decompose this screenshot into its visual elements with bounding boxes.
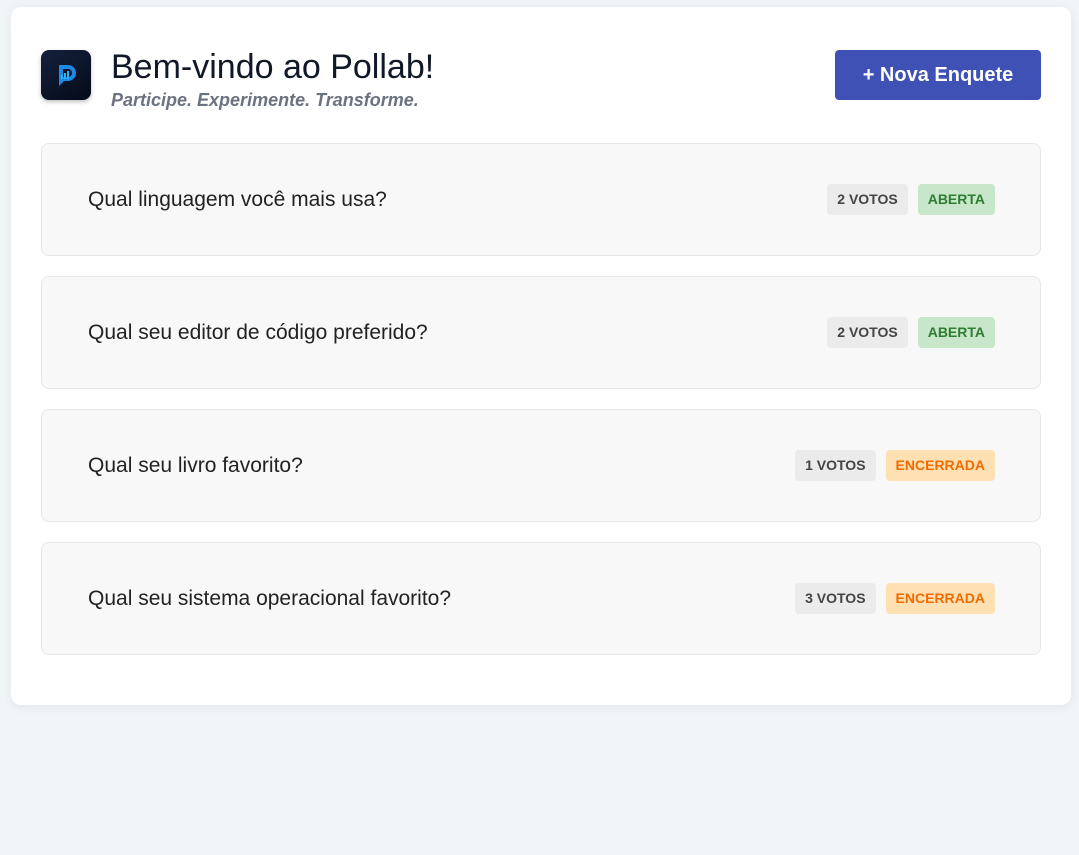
main-card: Bem-vindo ao Pollab! Participe. Experime… [11, 7, 1071, 705]
poll-question: Qual seu editor de código preferido? [88, 320, 428, 344]
poll-card[interactable]: Qual seu livro favorito? 1 votos encerra… [41, 409, 1041, 522]
status-badge: aberta [917, 317, 995, 348]
poll-question: Qual linguagem você mais usa? [88, 187, 387, 211]
logo-glyph [59, 65, 76, 86]
poll-badges: 2 votos aberta [827, 317, 995, 348]
poll-card[interactable]: Qual seu sistema operacional favorito? 3… [41, 542, 1041, 655]
votes-badge: 3 votos [795, 583, 876, 614]
poll-badges: 3 votos encerrada [795, 583, 995, 614]
status-badge: encerrada [885, 583, 995, 614]
pollab-logo-icon [41, 50, 91, 100]
poll-badges: 2 votos aberta [827, 184, 995, 215]
status-badge: aberta [917, 184, 995, 215]
poll-question: Qual seu sistema operacional favorito? [88, 586, 452, 610]
votes-badge: 1 votos [795, 450, 876, 481]
new-poll-button[interactable]: + Nova Enquete [835, 50, 1041, 100]
page-title: Bem-vindo ao Pollab! [111, 48, 435, 86]
status-badge: encerrada [885, 450, 995, 481]
poll-card[interactable]: Qual linguagem você mais usa? 2 votos ab… [41, 143, 1041, 256]
votes-badge: 2 votos [827, 184, 908, 215]
title-block: Bem-vindo ao Pollab! Participe. Experime… [111, 48, 435, 111]
poll-badges: 1 votos encerrada [795, 450, 995, 481]
page-subtitle: Participe. Experimente. Transforme. [111, 90, 419, 110]
poll-card[interactable]: Qual seu editor de código preferido? 2 v… [41, 276, 1041, 389]
header: Bem-vindo ao Pollab! Participe. Experime… [41, 48, 1041, 120]
poll-question: Qual seu livro favorito? [88, 453, 303, 477]
poll-list: Qual linguagem você mais usa? 2 votos ab… [41, 143, 1041, 675]
votes-badge: 2 votos [827, 317, 908, 348]
